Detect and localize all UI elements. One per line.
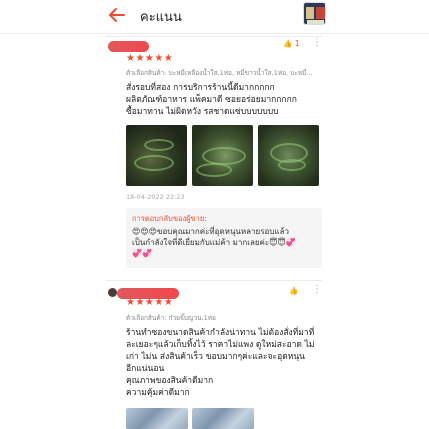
review-line: ผลิตภัณฑ์อาหาร แพ็คมาดี ซอยอร่อยมากกกกก [126, 95, 297, 105]
product-variant: ตัวเลือกสินค้า: บะหมี่เหลืองน้ำใส,1ห่อ, … [126, 69, 313, 77]
product-variant: ตัวเลือกสินค้า: ก๋วยจั๊บญวน,1ห่อ [126, 314, 216, 322]
review-photo[interactable] [192, 408, 254, 429]
review-line: คุณภาพของสินค้าดีมาก [126, 376, 214, 386]
review-photo[interactable] [192, 125, 253, 186]
review-line: อีกแน่นอน [126, 364, 165, 374]
divider [106, 280, 322, 281]
back-button[interactable] [106, 4, 128, 26]
star-rating: ★★★★★ [126, 297, 174, 308]
like-count: 1 [294, 39, 300, 48]
like-button[interactable]: 👍 1 [283, 39, 300, 48]
review-photo[interactable] [258, 125, 319, 186]
avatar [108, 288, 117, 297]
review-photo[interactable] [126, 125, 187, 186]
more-options-icon[interactable]: ⋮ [312, 284, 322, 295]
review-photo[interactable] [126, 408, 188, 429]
seller-reply-body: 😍😍😍ขอบคุณมากค่ะที่อุดหนุนหลายรอบแล้ว เป็… [132, 226, 296, 259]
review-body: ร้านทำซองขนาดสินค้ากำลังน่าทาน ไม่ต้องสั… [126, 327, 315, 399]
like-button[interactable]: 👍 [289, 286, 298, 295]
review-line: สั่งรอบที่สอง การบริการร้านนี้ดีมากกกกก [126, 83, 275, 93]
seller-reply-line: 😍😍😍ขอบคุณมากค่ะที่อุดหนุนหลายรอบแล้ว [132, 227, 289, 236]
thumbs-up-icon: 👍 [283, 39, 293, 48]
reviewer-name-redacted [108, 41, 149, 52]
page-title: คะแนน [140, 10, 182, 25]
divider [106, 36, 322, 37]
product-thumbnail[interactable] [303, 2, 326, 25]
seller-reply: การตอบกลับของผู้ขาย: 😍😍😍ขอบคุณมากค่ะที่อ… [126, 208, 322, 268]
review-timestamp: 18-04-2022 22:23 [126, 193, 185, 201]
review-line: เก่า ไม่น ส่งสินค้าเร็ว ขอบมากๆค่ะและจะอ… [126, 352, 305, 362]
thumbs-up-icon: 👍 [289, 286, 299, 295]
more-options-icon[interactable]: ⋮ [312, 37, 322, 48]
review-line: ซื้อมาทาน ไม่ผิดหวัง รสชาดแซ่บบบบบบบ [126, 107, 279, 117]
seller-reply-line: 💞💞 [132, 249, 152, 258]
review-line: ความคุ้มค่าดีมาก [126, 388, 190, 398]
review-body: สั่งรอบที่สอง การบริการร้านนี้ดีมากกกกก … [126, 82, 297, 118]
star-rating: ★★★★★ [126, 53, 174, 64]
review-line: ร้านทำซองขนาดสินค้ากำลังน่าทาน ไม่ต้องสั… [126, 328, 315, 338]
arrow-left-icon [109, 8, 125, 22]
seller-reply-line: เป็นกำลังใจที่ดีเยี่ยมกับแม่ค้า มากเลยค่… [132, 238, 296, 247]
review-line: ละเยอะๆแล้วเก็บทิ้งไว้ ราคาไม่แพง ดูใหม่… [126, 340, 315, 350]
seller-reply-title: การตอบกลับของผู้ขาย: [132, 214, 207, 223]
top-bar: คะแนน [0, 0, 429, 34]
